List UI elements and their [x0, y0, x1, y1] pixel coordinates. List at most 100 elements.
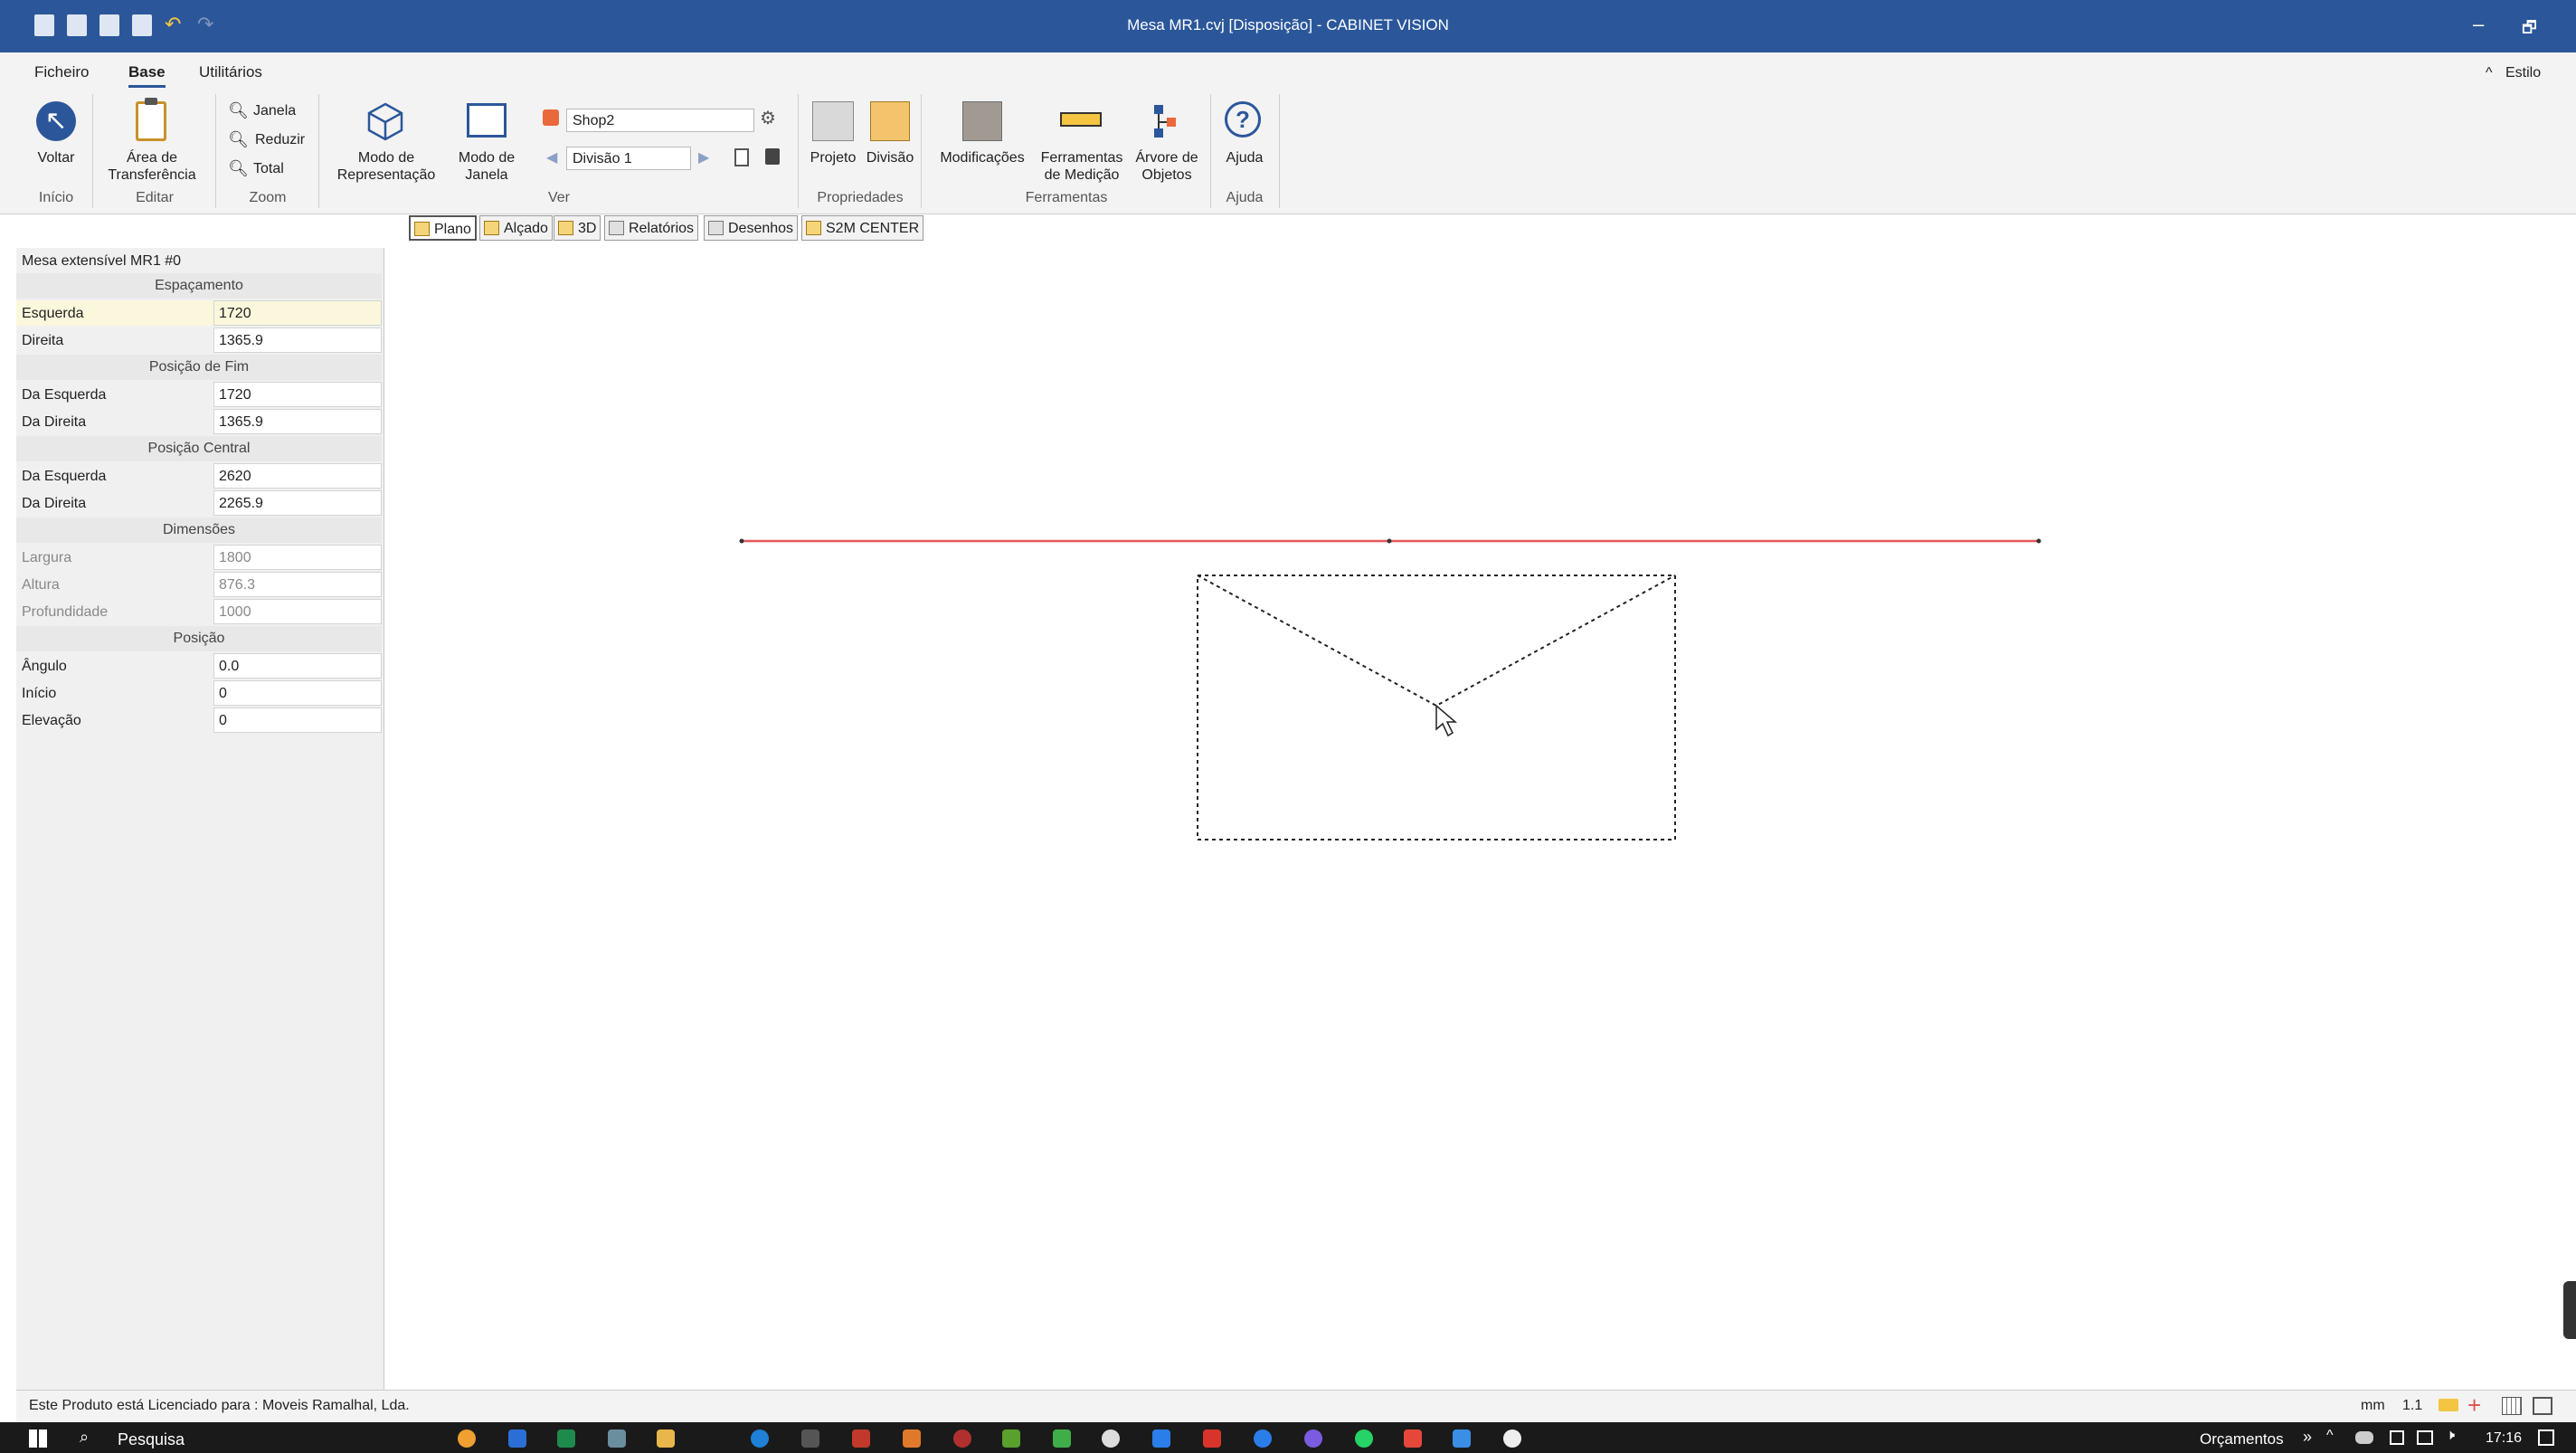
cabinet-vision-icon[interactable]	[1002, 1429, 1020, 1448]
app-icon[interactable]	[1102, 1429, 1120, 1448]
ruler-icon[interactable]	[1060, 112, 1102, 127]
prop-value-field[interactable]: 1720	[213, 382, 382, 407]
project-properties-icon[interactable]	[812, 101, 854, 141]
calendar-icon[interactable]	[1152, 1429, 1170, 1448]
window-mode-label-2[interactable]: Janela	[449, 166, 525, 184]
prop-row-central-direita[interactable]: Da Direita 2265.9	[16, 490, 382, 516]
measure-tools-label-2[interactable]: de Medição	[1035, 166, 1129, 184]
tab-ficheiro[interactable]: Ficheiro	[34, 63, 89, 81]
window-mode-label-1[interactable]: Modo de	[449, 149, 525, 166]
zoom-total-button[interactable]: Total	[253, 161, 284, 177]
prop-row-inicio[interactable]: Início 0	[16, 680, 382, 706]
prop-row-fim-direita[interactable]: Da Direita 1365.9	[16, 409, 382, 434]
side-handle[interactable]	[2563, 1281, 2576, 1339]
cube-icon[interactable]	[365, 101, 405, 141]
zoom-out-icon[interactable]: 🔍︎	[228, 130, 249, 149]
clipboard-label-1[interactable]: Área de	[96, 149, 208, 166]
prop-value-field[interactable]: 0	[213, 680, 382, 706]
object-tree-icon[interactable]	[1147, 103, 1181, 139]
prop-value-field[interactable]: 2620	[213, 463, 382, 489]
modifications-label[interactable]: Modificações	[930, 149, 1035, 166]
whatsapp-icon[interactable]	[1355, 1429, 1373, 1448]
app-icon[interactable]	[1203, 1429, 1221, 1448]
prop-value-field[interactable]: 1720	[213, 300, 382, 326]
open-file-icon[interactable]	[67, 14, 87, 36]
app-icon[interactable]	[1404, 1429, 1422, 1448]
print-icon[interactable]	[132, 14, 152, 36]
division-button-label[interactable]: Divisão	[861, 149, 919, 166]
tab-base[interactable]: Base	[128, 63, 166, 88]
prop-row-angulo[interactable]: Ângulo 0.0	[16, 653, 382, 679]
window-mode-icon[interactable]	[467, 103, 507, 138]
save-icon[interactable]	[99, 14, 119, 36]
shop-select[interactable]: Shop2	[566, 109, 754, 132]
clock-time[interactable]: 17:16	[2486, 1430, 2522, 1447]
new-file-icon[interactable]	[34, 14, 54, 36]
app-icon[interactable]	[1254, 1429, 1272, 1448]
excel-icon[interactable]	[557, 1429, 575, 1448]
tab-desenhos[interactable]: Desenhos	[704, 215, 799, 241]
tab-alcado[interactable]: Alçado	[479, 215, 553, 241]
volume-icon[interactable]: 🕨	[2446, 1428, 2455, 1444]
zoom-out-button[interactable]: Reduzir	[255, 132, 305, 148]
tray-up-icon[interactable]: ^	[2326, 1428, 2334, 1444]
edge-icon[interactable]	[751, 1429, 769, 1448]
app-icon[interactable]	[903, 1429, 921, 1448]
tab-utilitarios[interactable]: Utilitários	[199, 63, 262, 81]
calculator-icon[interactable]	[801, 1429, 819, 1448]
prop-value-field[interactable]: 0.0	[213, 653, 382, 679]
prop-value-field[interactable]: 2265.9	[213, 490, 382, 516]
shop-settings-icon[interactable]: ⚙	[760, 107, 776, 129]
windows-start-icon[interactable]	[29, 1429, 47, 1448]
cloud-icon[interactable]	[2355, 1431, 2373, 1444]
object-tree-label-2[interactable]: Objetos	[1129, 166, 1205, 184]
app-icon[interactable]	[852, 1429, 870, 1448]
prop-value-field[interactable]: 1365.9	[213, 409, 382, 434]
help-button-label[interactable]: Ajuda	[1216, 149, 1274, 166]
prev-division-icon[interactable]: ◀	[546, 148, 557, 166]
prop-row-central-esquerda[interactable]: Da Esquerda 2620	[16, 463, 382, 489]
zoom-total-icon[interactable]: 🔍︎	[228, 159, 249, 178]
network-icon[interactable]	[2417, 1430, 2433, 1445]
scale-indicator[interactable]: 1.1	[2402, 1398, 2422, 1414]
render-mode-label-2[interactable]: Representação	[326, 166, 447, 184]
search-icon[interactable]: ⌕	[80, 1428, 89, 1447]
redo-icon[interactable]: ↷	[197, 13, 213, 36]
folder-icon[interactable]	[657, 1429, 675, 1448]
new-division-icon[interactable]	[734, 148, 749, 166]
snap-icon[interactable]	[2439, 1399, 2458, 1411]
word-icon[interactable]	[508, 1429, 526, 1448]
app-icon[interactable]	[953, 1429, 971, 1448]
restore-button[interactable]: 🗗	[2522, 16, 2537, 43]
chrome-icon[interactable]	[458, 1429, 476, 1448]
render-mode-label-1[interactable]: Modo de	[326, 149, 447, 166]
prop-row-fim-esquerda[interactable]: Da Esquerda 1720	[16, 382, 382, 407]
toolbar-orcamentos[interactable]: Orçamentos	[2200, 1430, 2284, 1448]
notifications-icon[interactable]	[2538, 1429, 2554, 1446]
zoom-window-button[interactable]: Janela	[253, 103, 296, 119]
prop-row-direita[interactable]: Direita 1365.9	[16, 328, 382, 353]
object-tree-label-1[interactable]: Árvore de	[1129, 149, 1205, 166]
tab-relatorios[interactable]: Relatórios	[604, 215, 699, 241]
clipboard-icon[interactable]	[136, 101, 166, 141]
tab-plano[interactable]: Plano	[409, 215, 477, 241]
lock-icon[interactable]	[765, 148, 780, 165]
modifications-icon[interactable]	[962, 101, 1002, 141]
crosshair-icon[interactable]: +	[2467, 1393, 2481, 1417]
battery-icon[interactable]	[2390, 1430, 2404, 1445]
grid-icon[interactable]	[2502, 1397, 2522, 1415]
units-indicator[interactable]: mm	[2361, 1398, 2385, 1414]
help-icon[interactable]: ?	[1225, 101, 1261, 138]
minimize-button[interactable]: –	[2473, 13, 2484, 36]
prop-row-esquerda[interactable]: Esquerda 1720	[16, 300, 382, 326]
prop-value-field[interactable]: 0	[213, 708, 382, 733]
app-icon[interactable]	[1453, 1429, 1471, 1448]
tab-s2m-center[interactable]: S2M CENTER	[801, 215, 924, 241]
app-icon[interactable]	[1053, 1429, 1071, 1448]
clipboard-label-2[interactable]: Transferência	[96, 166, 208, 184]
style-menu[interactable]: Estilo	[2505, 65, 2541, 81]
zoom-window-icon[interactable]: 🔍︎	[228, 101, 249, 120]
division-properties-icon[interactable]	[870, 101, 910, 141]
toolbar-chevron-icon[interactable]: »	[2303, 1428, 2312, 1447]
prop-value-field[interactable]: 1365.9	[213, 328, 382, 353]
